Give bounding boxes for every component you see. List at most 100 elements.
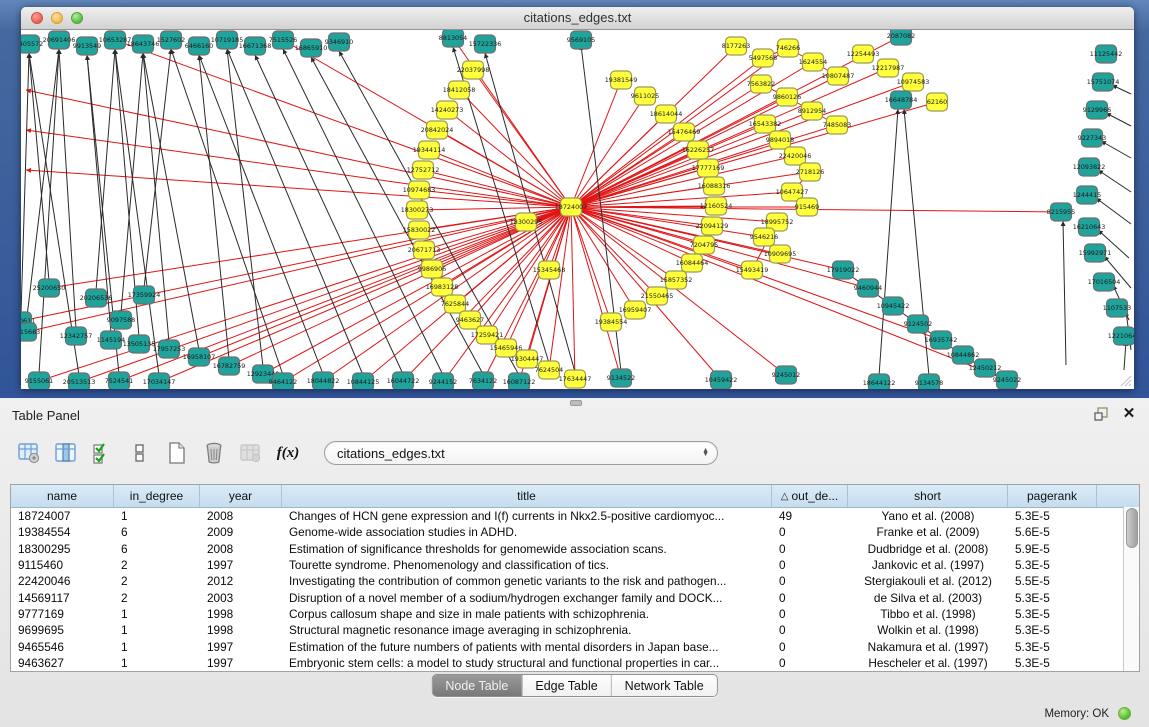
graph-node[interactable]: 22420046	[779, 147, 812, 165]
graph-node[interactable]: 7634122	[469, 372, 497, 389]
graph-node[interactable]: 1215683	[21, 323, 40, 341]
citation-network-graph[interactable]: 8405572206914069913549106532871864374615…	[21, 30, 1134, 389]
graph-node[interactable]: 16087122	[503, 373, 536, 389]
resize-grip-icon[interactable]	[1118, 373, 1132, 387]
graph-node[interactable]: 9227343	[1078, 129, 1106, 147]
graph-node[interactable]: 12342757	[60, 327, 93, 345]
graph-node[interactable]: 6466160	[185, 37, 213, 55]
graph-node[interactable]: 9569105	[567, 31, 595, 49]
graph-node[interactable]: 19381549	[605, 71, 638, 89]
graph-node[interactable]: 16671368	[239, 37, 272, 55]
column-header-out_de[interactable]: △out_de...	[772, 485, 848, 507]
graph-node[interactable]: 7515526	[269, 31, 297, 49]
float-panel-icon[interactable]	[1093, 406, 1109, 422]
graph-node[interactable]: 16782759	[213, 357, 246, 375]
graph-node[interactable]: 1624554	[799, 53, 827, 71]
graph-node[interactable]: 9134522	[607, 369, 635, 387]
graph-node[interactable]: 9245022	[993, 371, 1021, 389]
graph-node[interactable]: 16084464	[676, 254, 709, 272]
graph-nodes[interactable]: 8405572206914069913549106532871864374615…	[21, 30, 1134, 389]
graph-node[interactable]: 16958107	[183, 348, 216, 366]
graph-node[interactable]: 1527602	[157, 31, 185, 49]
graph-node[interactable]: 22094129	[696, 217, 729, 235]
graph-node[interactable]: 16983128	[426, 278, 459, 296]
graph-node[interactable]: 1244415	[1073, 186, 1101, 204]
table-row[interactable]: 911546021997Tourette syndrome. Phenomeno…	[11, 557, 1139, 573]
graph-node[interactable]: 9097588	[107, 311, 135, 329]
graph-node[interactable]: 7485083	[823, 116, 851, 134]
graph-node[interactable]: 10945422	[877, 297, 910, 315]
vertical-scrollbar[interactable]	[1123, 507, 1139, 671]
graph-node[interactable]: 5497568	[749, 49, 777, 67]
graph-node[interactable]: 9155061	[25, 372, 53, 389]
graph-node[interactable]: 10909695	[764, 245, 797, 263]
graph-node[interactable]: 19384554	[595, 313, 628, 331]
table-settings-icon[interactable]	[16, 440, 42, 466]
graph-node[interactable]: 17034147	[143, 373, 176, 389]
graph-node[interactable]: 8215955	[1047, 203, 1075, 221]
graph-node[interactable]: 18300273	[401, 201, 434, 219]
graph-node[interactable]: 16088316	[698, 177, 731, 195]
graph-node[interactable]: 19344114	[413, 141, 446, 159]
graph-node[interactable]: 9460944	[854, 279, 882, 297]
graph-node[interactable]: 17359924	[128, 286, 161, 304]
graph-node[interactable]: 9129966	[1083, 101, 1111, 119]
close-panel-icon[interactable]: ✕	[1121, 406, 1137, 422]
graph-node[interactable]: 20513513	[63, 373, 96, 389]
graph-node[interactable]: 8405572	[21, 35, 43, 53]
graph-node[interactable]: 9913549	[73, 37, 101, 55]
table-row[interactable]: 946362711997Embryonic stem cells: a mode…	[11, 655, 1139, 671]
network-canvas[interactable]: 8405572206914069913549106532871864374615…	[21, 30, 1134, 389]
table-row[interactable]: 1456911722003Disruption of a novel membe…	[11, 589, 1139, 605]
delete-trash-icon[interactable]	[201, 440, 227, 466]
function-builder-icon[interactable]: f(x)	[275, 440, 301, 466]
graph-node[interactable]: 18412058	[443, 81, 476, 99]
table-source-dropdown[interactable]: citations_edges.txt ▲▼	[324, 441, 718, 465]
graph-node[interactable]: 2087082	[887, 30, 915, 45]
graph-node[interactable]: 25200650	[33, 279, 66, 297]
select-column-icon[interactable]	[53, 440, 79, 466]
graph-node[interactable]: 7563822	[747, 75, 775, 93]
window-titlebar[interactable]: citations_edges.txt	[21, 7, 1134, 30]
graph-node[interactable]: 15722336	[469, 35, 502, 53]
graph-node[interactable]: 1145194	[97, 331, 125, 349]
graph-node[interactable]: 8813054	[439, 30, 467, 47]
graph-node[interactable]: 9611025	[631, 87, 659, 105]
column-header-in_degree[interactable]: in_degree	[114, 485, 200, 507]
graph-node[interactable]: 10974583	[897, 73, 930, 91]
table-row[interactable]: 977716911998Corpus callosum shape and si…	[11, 606, 1139, 622]
memory-ok-indicator[interactable]	[1118, 707, 1131, 720]
graph-node[interactable]: 9346910	[325, 33, 353, 51]
graph-node[interactable]: 16044722	[387, 372, 420, 389]
graph-node[interactable]: 12752712	[407, 161, 440, 179]
graph-node[interactable]: 10844125	[347, 373, 380, 389]
graph-node[interactable]: 12254493	[847, 45, 880, 63]
table-row[interactable]: 1872400712008Changes of HCN gene express…	[11, 508, 1139, 524]
graph-node[interactable]: 15476469	[668, 123, 701, 141]
graph-node[interactable]: 14240273	[431, 101, 464, 119]
graph-node[interactable]: 16935742	[925, 331, 958, 349]
graph-node[interactable]: 10459422	[705, 371, 738, 389]
graph-node[interactable]: 9244152	[429, 373, 457, 389]
graph-node[interactable]: 7524541	[105, 372, 133, 389]
graph-node[interactable]: 8912954	[798, 102, 826, 120]
graph-node[interactable]: 16210643	[1073, 218, 1106, 236]
graph-node[interactable]: 7625844	[441, 295, 469, 313]
column-header-title[interactable]: title	[282, 485, 772, 507]
graph-node[interactable]: 11125442	[1090, 45, 1123, 63]
graph-node[interactable]: 16959407	[619, 301, 652, 319]
graph-node[interactable]: 16648784	[885, 91, 918, 109]
graph-node[interactable]: 15857352	[660, 271, 693, 289]
column-header-pagerank[interactable]: pagerank	[1008, 485, 1097, 507]
graph-node[interactable]: 9860126	[773, 88, 801, 106]
graph-node[interactable]: 21550465	[641, 287, 674, 305]
graph-node[interactable]: 12160524	[700, 197, 733, 215]
graph-node[interactable]: 9134578	[915, 374, 943, 389]
graph-node[interactable]: 915469	[795, 198, 819, 216]
graph-node[interactable]: 18614044	[650, 105, 683, 123]
graph-node[interactable]: 9245012	[772, 366, 800, 384]
graph-node[interactable]: 13505135	[123, 335, 156, 353]
graph-node[interactable]: 18044822	[307, 372, 340, 389]
graph-node[interactable]: 9986906	[418, 260, 446, 278]
graph-node[interactable]: 17919022	[827, 261, 860, 279]
